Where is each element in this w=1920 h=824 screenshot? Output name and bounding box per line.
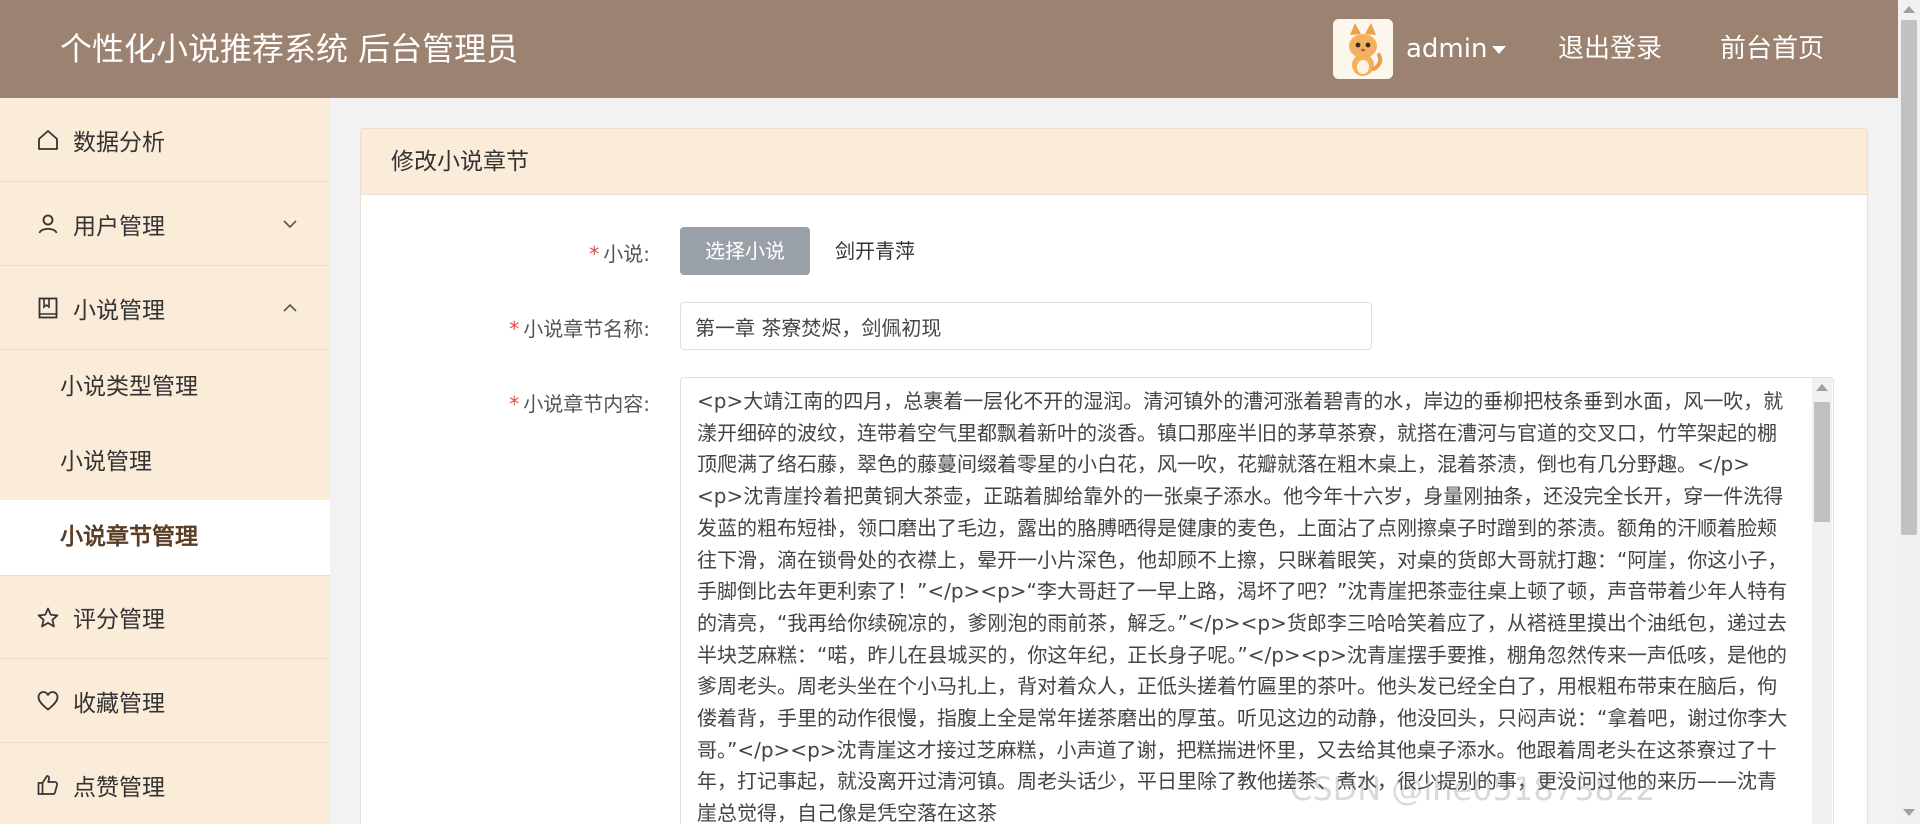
book-icon: [38, 297, 58, 319]
scroll-up-arrow-icon[interactable]: [1903, 6, 1915, 13]
scroll-up-arrow-icon[interactable]: [1816, 384, 1828, 391]
sidebar-item-novels[interactable]: 小说管理: [0, 266, 330, 350]
system-title: 个性化小说推荐系统 后台管理员: [60, 30, 519, 68]
username[interactable]: admin: [1406, 0, 1487, 98]
sidebar-item-users[interactable]: 用户管理: [0, 182, 330, 266]
sidebar-item-label: 收藏管理: [73, 690, 165, 717]
card-header: 修改小说章节: [361, 129, 1867, 195]
avatar[interactable]: [1333, 19, 1393, 79]
sidebar-item-label: 用户管理: [73, 213, 165, 240]
user-icon: [38, 214, 58, 234]
scroll-thumb[interactable]: [1814, 402, 1830, 522]
chapter-content-textarea[interactable]: <p>大靖江南的四月，总裹着一层化不开的湿润。清河镇外的漕河涨着碧青的水，岸边的…: [680, 377, 1834, 824]
select-novel-button[interactable]: 选择小说: [680, 227, 810, 275]
sidebar-subitem-label: 小说管理: [60, 449, 152, 475]
page-title: 修改小说章节: [391, 149, 529, 175]
chevron-down-icon: [283, 220, 297, 229]
selected-novel-text: 剑开青萍: [835, 239, 915, 263]
scroll-down-arrow-icon[interactable]: [1903, 809, 1915, 816]
watermark: CSDN @lhe051873822: [1290, 770, 1656, 808]
sidebar-item-likes[interactable]: 点赞管理: [0, 743, 330, 824]
star-icon: [37, 607, 59, 628]
heart-icon: [37, 691, 59, 711]
sidebar-item-label: 点赞管理: [73, 775, 165, 801]
frontend-home-link[interactable]: 前台首页: [1720, 0, 1824, 98]
novel-label: * 小说:: [589, 242, 650, 266]
sidebar-subitem-label: 小说章节管理: [60, 524, 198, 550]
required-mark: *: [509, 392, 520, 416]
thumbs-up-icon: [37, 775, 58, 795]
sidebar-item-ratings[interactable]: 评分管理: [0, 575, 330, 659]
chapter-content-label: * 小说章节内容:: [509, 392, 650, 416]
required-mark: *: [509, 317, 520, 341]
sidebar-subitem-novels[interactable]: 小说管理: [0, 425, 330, 500]
sidebar-item-favorites[interactable]: 收藏管理: [0, 659, 330, 743]
sidebar-item-label: 评分管理: [73, 607, 165, 633]
page-scrollbar[interactable]: [1898, 0, 1920, 824]
chapter-name-input[interactable]: [680, 302, 1372, 350]
caret-down-icon[interactable]: [1492, 46, 1506, 54]
required-mark: *: [589, 242, 600, 266]
home-icon: [38, 130, 58, 150]
logout-link[interactable]: 退出登录: [1558, 0, 1662, 98]
sidebar-item-analytics[interactable]: 数据分析: [0, 98, 330, 182]
textarea-scrollbar[interactable]: [1812, 378, 1832, 824]
scroll-thumb[interactable]: [1901, 20, 1917, 535]
sidebar: 数据分析 用户管理 小说管理 小说类型管理 小说管理 小说章节管理 评分管理 收…: [0, 98, 330, 824]
chapter-name-label: * 小说章节名称:: [509, 317, 650, 341]
chevron-up-icon: [283, 303, 297, 312]
sidebar-subitem-label: 小说类型管理: [60, 374, 198, 400]
cat-avatar-icon: [1333, 19, 1393, 79]
top-header: 个性化小说推荐系统 后台管理员 admin 退出登录 前台首页: [0, 0, 1898, 98]
sidebar-item-label: 小说管理: [73, 297, 165, 324]
sidebar-subitem-novel-types[interactable]: 小说类型管理: [0, 350, 330, 425]
sidebar-subitem-chapters[interactable]: 小说章节管理: [0, 500, 330, 575]
sidebar-item-label: 数据分析: [73, 129, 165, 156]
